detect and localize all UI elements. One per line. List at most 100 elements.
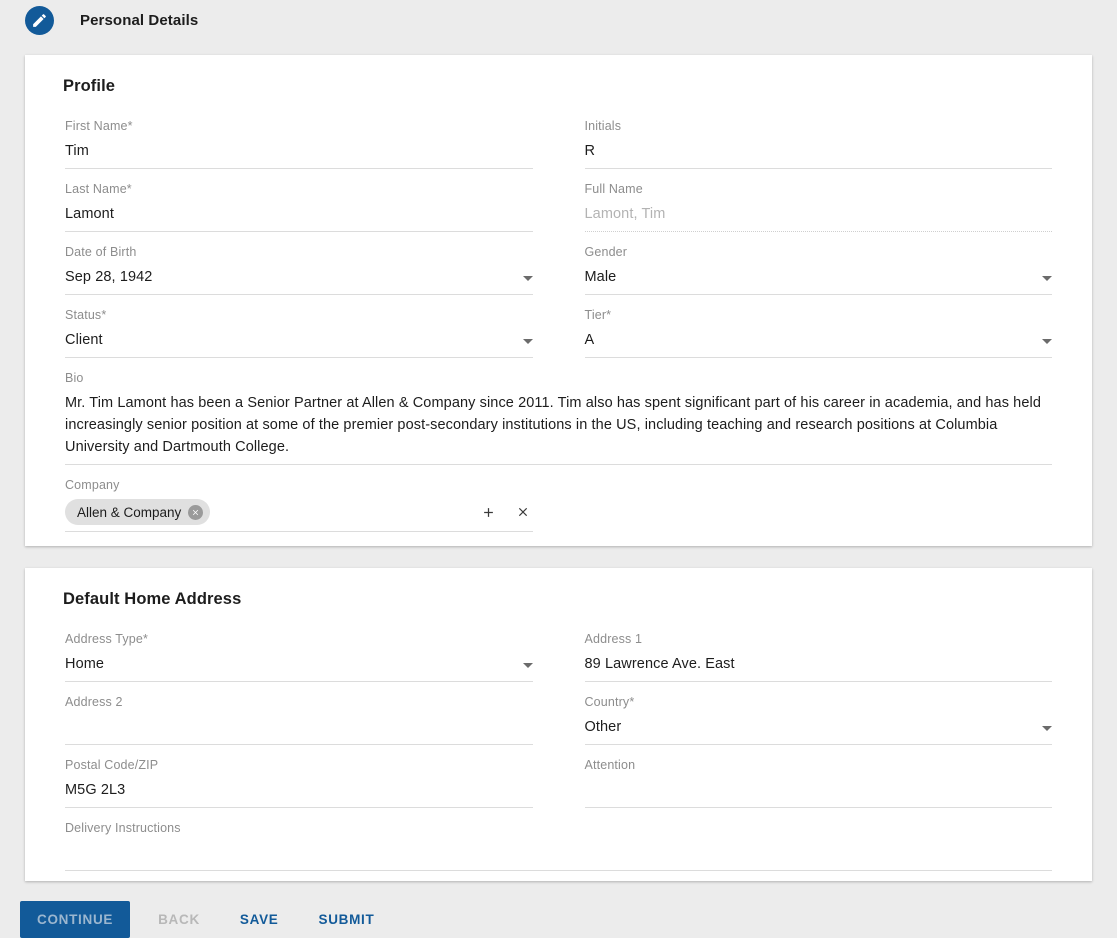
form-column-right: Address 1 89 Lawrence Ave. East xyxy=(559,619,1079,682)
postal-code-label: Postal Code/ZIP xyxy=(65,757,533,773)
country-field[interactable]: Country* Other xyxy=(585,682,1053,745)
address-1-value: 89 Lawrence Ave. East xyxy=(585,653,1053,675)
profile-section-title: Profile xyxy=(63,77,1078,96)
last-name-label: Last Name* xyxy=(65,181,533,197)
tier-label: Tier* xyxy=(585,307,1053,323)
footer-actions: CONTINUE BACK SAVE SUBMIT xyxy=(0,881,1117,938)
form-row: Bio Mr. Tim Lamont has been a Senior Par… xyxy=(39,358,1078,465)
chevron-down-icon[interactable] xyxy=(1042,339,1052,344)
address-2-label: Address 2 xyxy=(65,694,533,710)
company-label: Company xyxy=(65,477,533,493)
page-header: Personal Details xyxy=(0,0,1117,41)
tier-field[interactable]: Tier* A xyxy=(585,295,1053,358)
date-of-birth-field[interactable]: Date of Birth Sep 28, 1942 xyxy=(65,232,533,295)
postal-code-value: M5G 2L3 xyxy=(65,779,533,801)
profile-card: Profile First Name* Tim Initials R Last … xyxy=(25,55,1092,546)
bio-value: Mr. Tim Lamont has been a Senior Partner… xyxy=(65,392,1052,458)
address-1-field[interactable]: Address 1 89 Lawrence Ave. East xyxy=(585,619,1053,682)
company-actions xyxy=(481,504,533,520)
edit-pencil-icon xyxy=(25,6,54,35)
chevron-down-icon[interactable] xyxy=(523,663,533,668)
form-column-right: Tier* A xyxy=(559,295,1079,358)
attention-label: Attention xyxy=(585,757,1053,773)
full-name-value: Lamont, Tim xyxy=(585,203,1053,225)
form-column-right: Initials R xyxy=(559,106,1079,169)
form-column-right: Gender Male xyxy=(559,232,1079,295)
form-column-left: Date of Birth Sep 28, 1942 xyxy=(39,232,559,295)
form-column-left: Address Type* Home xyxy=(39,619,559,682)
last-name-field[interactable]: Last Name* Lamont xyxy=(65,169,533,232)
country-value: Other xyxy=(585,716,1053,738)
form-column-right: Attention xyxy=(559,745,1079,808)
form-column-left: Postal Code/ZIP M5G 2L3 xyxy=(39,745,559,808)
company-field[interactable]: Company Allen & Company xyxy=(65,465,533,532)
chevron-down-icon[interactable] xyxy=(523,276,533,281)
clear-company-icon[interactable] xyxy=(515,504,531,520)
form-row: Delivery Instructions xyxy=(39,808,1078,871)
address-type-label: Address Type* xyxy=(65,631,533,647)
delivery-instructions-field[interactable]: Delivery Instructions xyxy=(65,808,1052,871)
chevron-down-icon[interactable] xyxy=(523,339,533,344)
form-column-full: Delivery Instructions xyxy=(39,808,1078,871)
page-title: Personal Details xyxy=(80,12,198,29)
first-name-field[interactable]: First Name* Tim xyxy=(65,106,533,169)
form-column-left: Company Allen & Company xyxy=(39,465,559,532)
delivery-instructions-value xyxy=(65,842,1052,864)
form-row: Company Allen & Company xyxy=(39,465,1078,532)
full-name-field: Full Name Lamont, Tim xyxy=(585,169,1053,232)
attention-value xyxy=(585,779,1053,801)
date-of-birth-label: Date of Birth xyxy=(65,244,533,260)
full-name-label: Full Name xyxy=(585,181,1053,197)
first-name-label: First Name* xyxy=(65,118,533,134)
address-card: Default Home Address Address Type* Home … xyxy=(25,568,1092,881)
form-column-full: Bio Mr. Tim Lamont has been a Senior Par… xyxy=(39,358,1078,465)
gender-field[interactable]: Gender Male xyxy=(585,232,1053,295)
form-row: Last Name* Lamont Full Name Lamont, Tim xyxy=(39,169,1078,232)
form-row: First Name* Tim Initials R xyxy=(39,106,1078,169)
status-field[interactable]: Status* Client xyxy=(65,295,533,358)
form-row: Address Type* Home Address 1 89 Lawrence… xyxy=(39,619,1078,682)
bio-label: Bio xyxy=(65,370,1052,386)
first-name-value: Tim xyxy=(65,140,533,162)
form-row: Date of Birth Sep 28, 1942 Gender Male xyxy=(39,232,1078,295)
gender-value: Male xyxy=(585,266,1053,288)
address-section-title: Default Home Address xyxy=(63,590,1078,609)
form-column-left: Address 2 xyxy=(39,682,559,745)
form-row: Address 2 Country* Other xyxy=(39,682,1078,745)
chevron-down-icon[interactable] xyxy=(1042,726,1052,731)
address-type-value: Home xyxy=(65,653,533,675)
save-button[interactable]: SAVE xyxy=(224,901,295,938)
initials-value: R xyxy=(585,140,1053,162)
postal-code-field[interactable]: Postal Code/ZIP M5G 2L3 xyxy=(65,745,533,808)
gender-label: Gender xyxy=(585,244,1053,260)
chevron-down-icon[interactable] xyxy=(1042,276,1052,281)
form-column-left: Last Name* Lamont xyxy=(39,169,559,232)
add-company-icon[interactable] xyxy=(481,504,497,520)
address-2-value xyxy=(65,716,533,738)
initials-field[interactable]: Initials R xyxy=(585,106,1053,169)
company-chip-label: Allen & Company xyxy=(77,505,181,520)
status-value: Client xyxy=(65,329,533,351)
form-column-right xyxy=(559,465,1079,532)
bio-field[interactable]: Bio Mr. Tim Lamont has been a Senior Par… xyxy=(65,358,1052,465)
country-label: Country* xyxy=(585,694,1053,710)
address-1-label: Address 1 xyxy=(585,631,1053,647)
address-type-field[interactable]: Address Type* Home xyxy=(65,619,533,682)
form-row: Postal Code/ZIP M5G 2L3 Attention xyxy=(39,745,1078,808)
address-2-field[interactable]: Address 2 xyxy=(65,682,533,745)
company-chip[interactable]: Allen & Company xyxy=(65,499,210,525)
company-chip-row: Allen & Company xyxy=(65,499,533,525)
attention-field[interactable]: Attention xyxy=(585,745,1053,808)
form-column-right: Country* Other xyxy=(559,682,1079,745)
back-button[interactable]: BACK xyxy=(142,901,216,938)
form-column-left: Status* Client xyxy=(39,295,559,358)
continue-button[interactable]: CONTINUE xyxy=(20,901,130,938)
form-column-right: Full Name Lamont, Tim xyxy=(559,169,1079,232)
status-label: Status* xyxy=(65,307,533,323)
date-of-birth-value: Sep 28, 1942 xyxy=(65,266,533,288)
close-icon[interactable] xyxy=(188,505,203,520)
form-column-left: First Name* Tim xyxy=(39,106,559,169)
submit-button[interactable]: SUBMIT xyxy=(302,901,390,938)
form-row: Status* Client Tier* A xyxy=(39,295,1078,358)
last-name-value: Lamont xyxy=(65,203,533,225)
